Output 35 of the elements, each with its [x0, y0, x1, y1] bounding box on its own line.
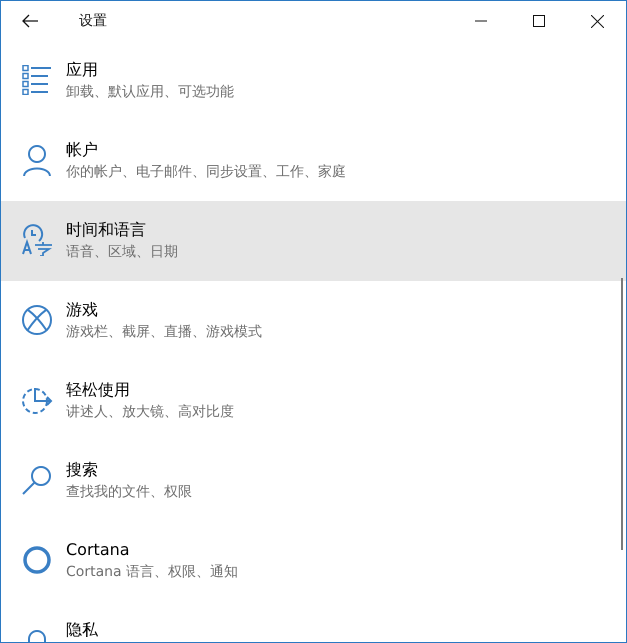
back-arrow-icon [22, 14, 38, 28]
close-icon [590, 14, 604, 28]
window-title: 设置 [79, 12, 108, 30]
settings-category[interactable]: 帐户 你的帐户、电子邮件、同步设置、工作、家庭 [1, 121, 626, 201]
settings-category[interactable]: 轻松使用 讲述人、放大镜、高对比度 [1, 361, 626, 441]
settings-category[interactable]: 应用 卸载、默认应用、可选功能 [1, 41, 626, 121]
category-title: 轻松使用 [66, 379, 131, 401]
category-description: 讲述人、放大镜、高对比度 [66, 403, 234, 422]
category-title: 游戏 [66, 299, 99, 321]
settings-category[interactable]: 隐私 [1, 601, 626, 642]
category-description: 你的帐户、电子邮件、同步设置、工作、家庭 [66, 163, 346, 182]
maximize-icon [533, 15, 545, 27]
person-icon [23, 144, 51, 176]
category-description: 查找我的文件、权限 [66, 483, 192, 502]
xbox-icon [21, 304, 53, 336]
category-title: 隐私 [66, 619, 98, 641]
category-description: Cortana 语言、权限、通知 [66, 563, 238, 582]
category-description: 语音、区域、日期 [66, 243, 178, 262]
category-title: 帐户 [66, 139, 99, 161]
category-title: 搜索 [66, 459, 99, 481]
minimize-icon [475, 20, 487, 22]
circle-icon [22, 545, 52, 575]
settings-category[interactable]: 游戏 游戏栏、截屏、直播、游戏模式 [1, 281, 626, 361]
scrollbar[interactable] [621, 278, 623, 550]
category-description: 卸载、默认应用、可选功能 [66, 83, 234, 102]
category-title: 应用 [66, 59, 99, 81]
search-icon [21, 464, 53, 496]
settings-category[interactable]: 时间和语言 语音、区域、日期 [1, 201, 626, 281]
list-icon [22, 65, 52, 95]
clock-letter-icon [21, 224, 53, 256]
category-title: Cortana [66, 539, 131, 561]
category-description: 游戏栏、截屏、直播、游戏模式 [66, 323, 262, 342]
category-title: 时间和语言 [66, 219, 147, 241]
settings-category[interactable]: Cortana Cortana 语言、权限、通知 [1, 521, 626, 601]
settings-category[interactable]: 搜索 查找我的文件、权限 [1, 441, 626, 521]
